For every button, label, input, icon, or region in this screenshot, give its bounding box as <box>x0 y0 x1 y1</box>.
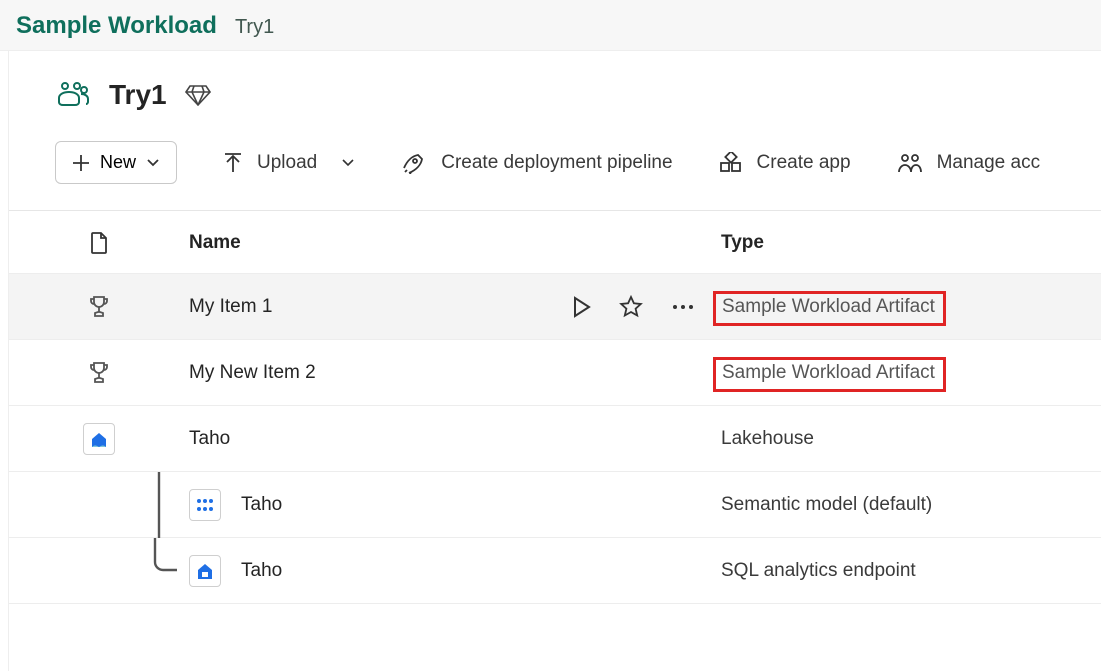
table-header: Name Type <box>9 211 1101 274</box>
workspace-title: Try1 <box>109 79 167 111</box>
create-app-label: Create app <box>757 152 851 174</box>
create-pipeline-label: Create deployment pipeline <box>441 152 672 174</box>
item-type: Sample Workload Artifact <box>713 357 946 392</box>
manage-access-button[interactable]: Manage acc <box>897 152 1041 174</box>
column-header-name[interactable]: Name <box>189 232 721 254</box>
play-icon[interactable] <box>571 296 591 318</box>
item-name: My New Item 2 <box>189 362 316 384</box>
trophy-icon <box>86 360 112 386</box>
table-row[interactable]: My Item 1 Sample Workload Artifact <box>9 274 1101 340</box>
workspace-icon <box>55 80 91 110</box>
more-icon[interactable] <box>671 303 695 311</box>
toolbar: New Upload Create deployment pipeline C <box>9 111 1101 211</box>
create-app-button[interactable]: Create app <box>719 152 851 174</box>
sql-endpoint-icon <box>189 555 221 587</box>
diamond-icon[interactable] <box>185 83 211 107</box>
item-name: Taho <box>241 494 282 516</box>
item-type: Lakehouse <box>721 428 814 449</box>
tree-branch-icon <box>145 538 179 604</box>
column-header-type[interactable]: Type <box>721 232 1101 254</box>
items-table: Name Type My Item 1 <box>9 211 1101 604</box>
upload-label: Upload <box>257 152 317 174</box>
item-name: Taho <box>189 428 230 450</box>
item-type: SQL analytics endpoint <box>721 560 916 581</box>
breadcrumb-leaf: Try1 <box>235 16 274 39</box>
workspace-header: Try1 <box>9 51 1101 111</box>
trophy-icon <box>86 294 112 320</box>
file-icon <box>89 231 109 255</box>
breadcrumb-root[interactable]: Sample Workload <box>16 12 217 40</box>
tree-branch-icon <box>149 472 179 538</box>
semantic-model-icon <box>189 489 221 521</box>
table-row[interactable]: Taho Semantic model (default) <box>9 472 1101 538</box>
item-type: Sample Workload Artifact <box>713 291 946 326</box>
item-name: Taho <box>241 560 282 582</box>
table-row[interactable]: My New Item 2 Sample Workload Artifact <box>9 340 1101 406</box>
manage-access-label: Manage acc <box>937 152 1041 174</box>
table-row[interactable]: Taho Lakehouse <box>9 406 1101 472</box>
table-row[interactable]: Taho SQL analytics endpoint <box>9 538 1101 604</box>
new-button[interactable]: New <box>55 141 177 184</box>
star-icon[interactable] <box>619 295 643 319</box>
item-type: Semantic model (default) <box>721 494 932 515</box>
upload-button[interactable]: Upload <box>223 152 355 174</box>
lakehouse-icon <box>83 423 115 455</box>
item-name: My Item 1 <box>189 296 272 318</box>
breadcrumb: Sample Workload Try1 <box>0 0 1101 51</box>
new-button-label: New <box>100 152 136 173</box>
create-pipeline-button[interactable]: Create deployment pipeline <box>401 152 672 174</box>
